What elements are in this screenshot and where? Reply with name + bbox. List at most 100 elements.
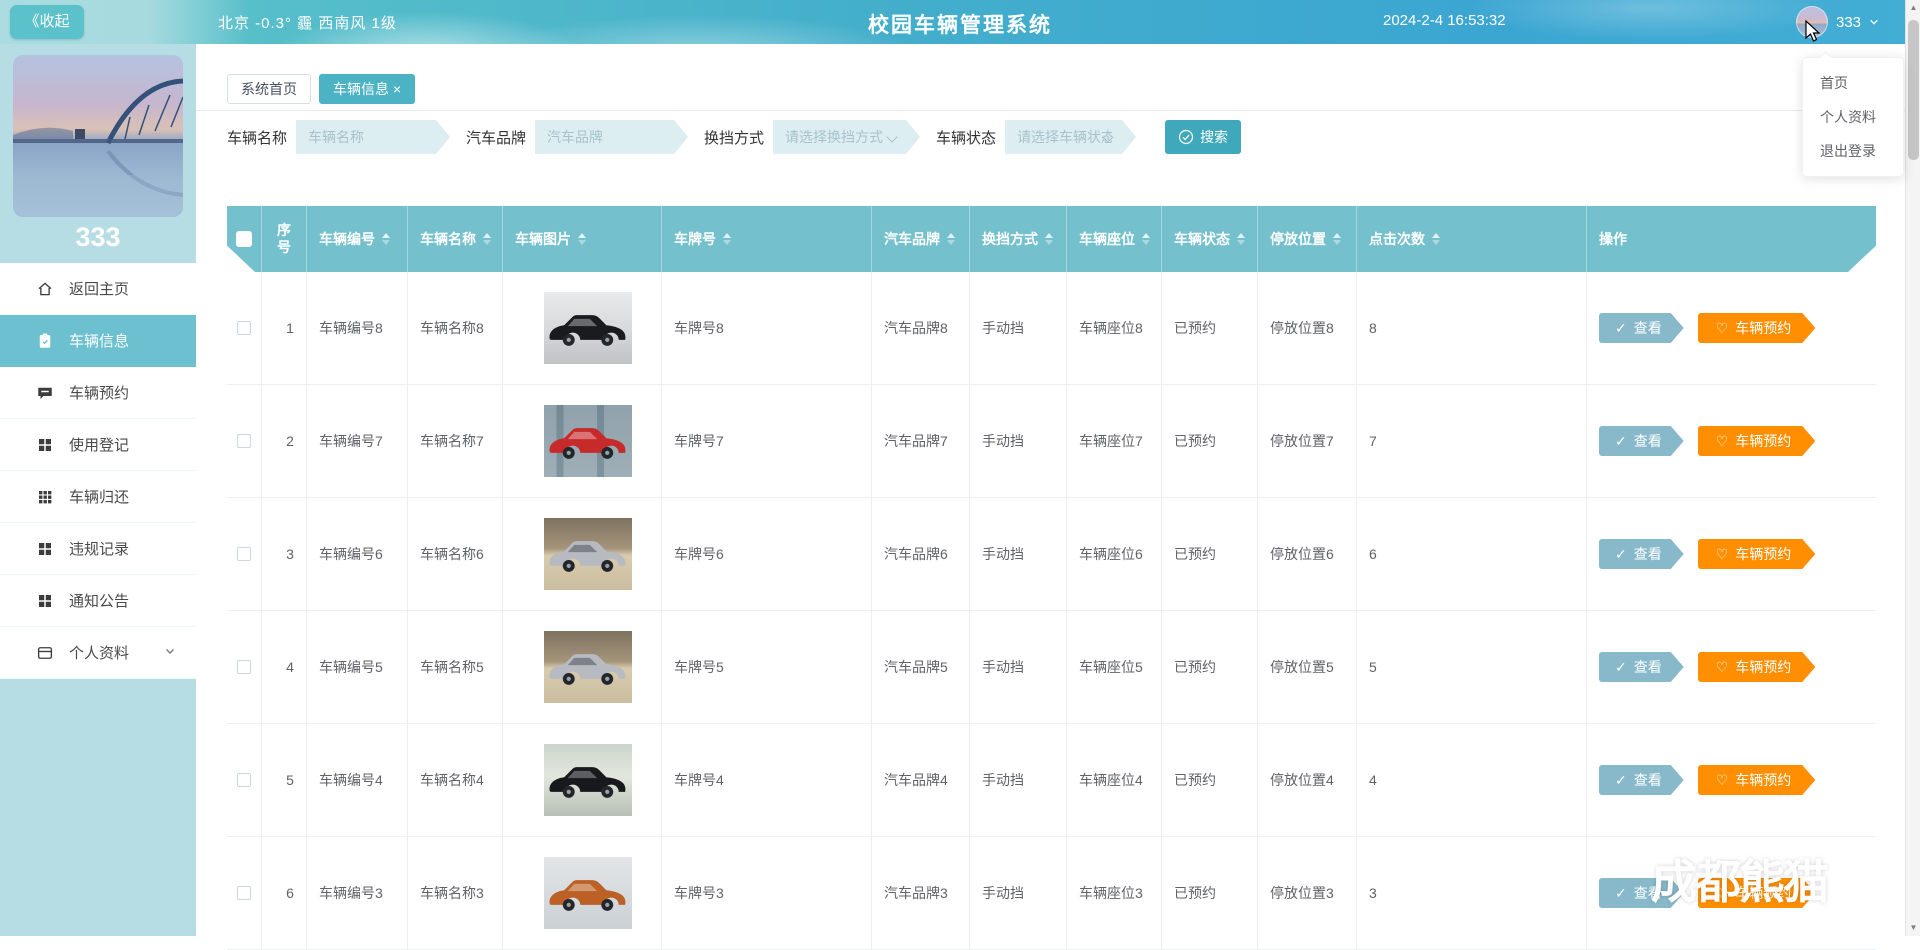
vehicle-table: 序号 车辆编号 车辆名称 车辆图片 车牌号 汽车品牌 换挡方式 车辆座位 车辆状… bbox=[227, 206, 1876, 950]
vehicle-image[interactable] bbox=[544, 405, 632, 477]
reserve-button[interactable]: ♡车辆预约 bbox=[1698, 313, 1816, 343]
scrollbar-thumb[interactable] bbox=[1908, 20, 1919, 160]
header-parking[interactable]: 停放位置 bbox=[1258, 206, 1357, 272]
sidebar-item-vehicle-reserve[interactable]: 车辆预约 bbox=[0, 367, 196, 419]
sort-carets-icon[interactable] bbox=[1142, 233, 1150, 245]
header-seats[interactable]: 车辆座位 bbox=[1067, 206, 1162, 272]
table-row: 5 车辆编号4 车辆名称4 车牌号4 汽车品牌4 手动挡 车辆座位4 已预约 停… bbox=[227, 724, 1876, 837]
header-vehicle-image[interactable]: 车辆图片 bbox=[503, 206, 662, 272]
cell-brand: 汽车品牌8 bbox=[872, 272, 970, 384]
scrollbar-up-arrow[interactable]: ▲ bbox=[1906, 0, 1920, 16]
mouse-cursor bbox=[1804, 20, 1824, 49]
vehicle-status-label: 车辆状态 bbox=[936, 127, 996, 148]
select-all-checkbox[interactable] bbox=[236, 231, 252, 247]
reserve-button[interactable]: ♡车辆预约 bbox=[1698, 765, 1816, 795]
sort-carets-icon[interactable] bbox=[1432, 233, 1440, 245]
sort-carets-icon[interactable] bbox=[723, 233, 731, 245]
cell-status: 已预约 bbox=[1162, 724, 1258, 836]
scrollbar-down-arrow[interactable]: ▼ bbox=[1906, 920, 1920, 936]
dropdown-item-logout[interactable]: 退出登录 bbox=[1803, 134, 1903, 168]
cell-vehicle-code: 车辆编号6 bbox=[307, 498, 408, 610]
reserve-button[interactable]: ♡车辆预约 bbox=[1698, 878, 1816, 908]
search-button-label: 搜索 bbox=[1200, 127, 1228, 147]
view-button[interactable]: ✓查看 bbox=[1599, 878, 1684, 908]
header-plate[interactable]: 车牌号 bbox=[662, 206, 872, 272]
sidebar-item-vehicle-info[interactable]: 车辆信息 bbox=[0, 315, 196, 367]
view-button[interactable]: ✓查看 bbox=[1599, 765, 1684, 795]
vehicle-name-label: 车辆名称 bbox=[227, 127, 287, 148]
search-button[interactable]: 搜索 bbox=[1165, 120, 1241, 154]
heart-icon: ♡ bbox=[1716, 772, 1729, 789]
profile-photo-bridge bbox=[13, 55, 183, 217]
sidebar-item-usage-register[interactable]: 使用登记 bbox=[0, 419, 196, 471]
grid-icon bbox=[36, 436, 54, 454]
heart-icon: ♡ bbox=[1716, 546, 1729, 563]
sort-carets-icon[interactable] bbox=[1333, 233, 1341, 245]
view-button[interactable]: ✓查看 bbox=[1599, 426, 1684, 456]
sort-carets-icon[interactable] bbox=[947, 233, 955, 245]
tab-system-home[interactable]: 系统首页 bbox=[227, 74, 311, 104]
grid-icon bbox=[36, 592, 54, 610]
cell-vehicle-code: 车辆编号8 bbox=[307, 272, 408, 384]
cell-plate: 车牌号8 bbox=[662, 272, 872, 384]
header-brand[interactable]: 汽车品牌 bbox=[872, 206, 970, 272]
row-checkbox[interactable] bbox=[237, 773, 251, 787]
cell-gear: 手动挡 bbox=[970, 611, 1067, 723]
cell-vehicle-name: 车辆名称7 bbox=[408, 385, 503, 497]
vehicle-status-select[interactable] bbox=[1005, 120, 1136, 154]
header-clicks[interactable]: 点击次数 bbox=[1357, 206, 1587, 272]
view-button[interactable]: ✓查看 bbox=[1599, 652, 1684, 682]
cell-parking: 停放位置6 bbox=[1258, 498, 1357, 610]
cell-seats: 车辆座位3 bbox=[1067, 837, 1162, 949]
reserve-button[interactable]: ♡车辆预约 bbox=[1698, 426, 1816, 456]
sidebar-item-label: 通知公告 bbox=[69, 590, 129, 611]
row-checkbox[interactable] bbox=[237, 660, 251, 674]
folder-icon bbox=[36, 644, 54, 662]
header-vehicle-code[interactable]: 车辆编号 bbox=[307, 206, 408, 272]
sidebar-collapse-button[interactable]: 《收起 bbox=[10, 5, 84, 39]
dropdown-item-home[interactable]: 首页 bbox=[1803, 66, 1903, 100]
dropdown-item-profile[interactable]: 个人资料 bbox=[1803, 100, 1903, 134]
cell-status: 已预约 bbox=[1162, 272, 1258, 384]
car-brand-label: 汽车品牌 bbox=[466, 127, 526, 148]
sort-carets-icon[interactable] bbox=[1045, 233, 1053, 245]
row-checkbox[interactable] bbox=[237, 886, 251, 900]
home-icon bbox=[36, 280, 54, 298]
vehicle-name-input[interactable] bbox=[296, 120, 450, 154]
vehicle-image[interactable] bbox=[544, 518, 632, 590]
reserve-button[interactable]: ♡车辆预约 bbox=[1698, 539, 1816, 569]
sidebar-item-vehicle-return[interactable]: 车辆归还 bbox=[0, 471, 196, 523]
row-checkbox[interactable] bbox=[237, 321, 251, 335]
vehicle-image[interactable] bbox=[544, 631, 632, 703]
sort-carets-icon[interactable] bbox=[382, 233, 390, 245]
sidebar-item-violation-records[interactable]: 违规记录 bbox=[0, 523, 196, 575]
view-button[interactable]: ✓查看 bbox=[1599, 313, 1684, 343]
top-header-bar: 《收起 北京 -0.3° 霾 西南风 1级 校园车辆管理系统 2024-2-4 … bbox=[0, 0, 1920, 44]
close-icon[interactable]: × bbox=[393, 81, 401, 97]
sort-carets-icon[interactable] bbox=[483, 233, 491, 245]
header-status[interactable]: 车辆状态 bbox=[1162, 206, 1258, 272]
tab-bar: 系统首页 车辆信息× bbox=[227, 74, 415, 104]
tab-vehicle-info[interactable]: 车辆信息× bbox=[319, 74, 415, 104]
vehicle-image[interactable] bbox=[544, 857, 632, 929]
gear-mode-select[interactable] bbox=[773, 120, 920, 154]
cell-vehicle-name: 车辆名称3 bbox=[408, 837, 503, 949]
page-scrollbar[interactable]: ▲ ▼ bbox=[1905, 0, 1920, 936]
view-button[interactable]: ✓查看 bbox=[1599, 539, 1684, 569]
check-icon: ✓ bbox=[1615, 772, 1627, 789]
sidebar-item-notices[interactable]: 通知公告 bbox=[0, 575, 196, 627]
header-vehicle-name[interactable]: 车辆名称 bbox=[408, 206, 503, 272]
sidebar-item-return-home[interactable]: 返回主页 bbox=[0, 263, 196, 315]
page-title: 校园车辆管理系统 bbox=[868, 9, 1052, 39]
sort-carets-icon[interactable] bbox=[1237, 233, 1245, 245]
row-checkbox[interactable] bbox=[237, 434, 251, 448]
sort-carets-icon[interactable] bbox=[578, 233, 586, 245]
header-gear[interactable]: 换挡方式 bbox=[970, 206, 1067, 272]
row-checkbox[interactable] bbox=[237, 547, 251, 561]
car-brand-input[interactable] bbox=[535, 120, 688, 154]
vehicle-image[interactable] bbox=[544, 744, 632, 816]
cell-vehicle-code: 车辆编号3 bbox=[307, 837, 408, 949]
reserve-button[interactable]: ♡车辆预约 bbox=[1698, 652, 1816, 682]
sidebar-item-profile[interactable]: 个人资料 bbox=[0, 627, 196, 679]
vehicle-image[interactable] bbox=[544, 292, 632, 364]
